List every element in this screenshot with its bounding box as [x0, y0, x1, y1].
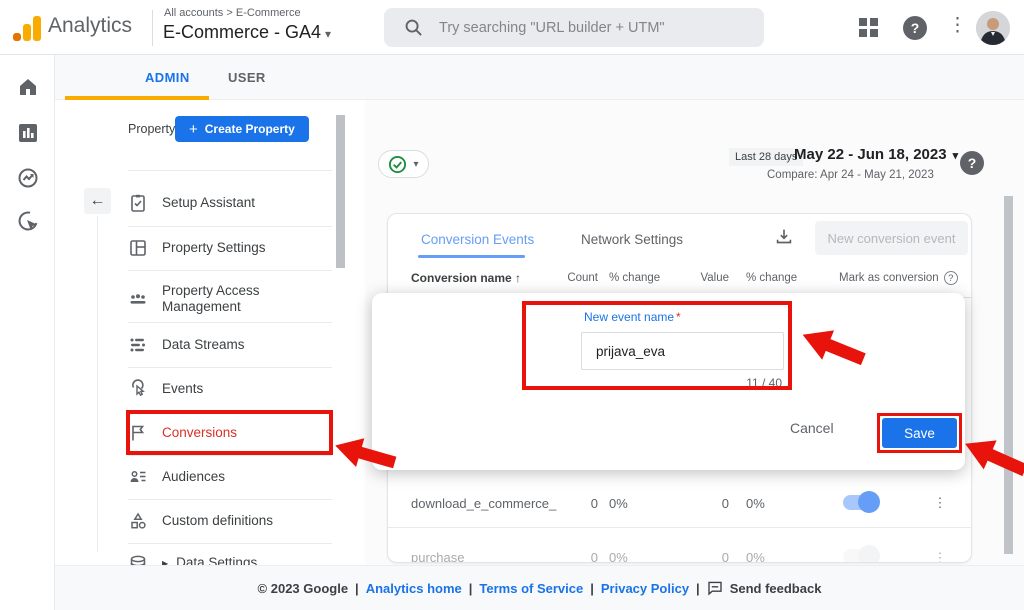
flag-icon	[128, 423, 148, 443]
clipboard-check-icon	[128, 193, 148, 213]
user-avatar[interactable]	[976, 11, 1010, 45]
footer-link-analytics-home[interactable]: Analytics home	[366, 581, 462, 596]
sort-asc-icon: ↑	[515, 271, 521, 285]
panel-icon	[128, 238, 148, 258]
breadcrumb-chevron-icon: >	[226, 7, 232, 19]
create-property-button[interactable]: + Create Property	[175, 116, 309, 142]
left-nav-rail: ⚙	[0, 55, 55, 610]
sidebar-item-data-streams[interactable]: Data Streams	[128, 323, 332, 367]
new-event-dialog: New event name* 11 / 40 Cancel Save	[372, 293, 965, 470]
people-icon	[128, 289, 148, 309]
row-menu-icon[interactable]: ⋮	[928, 479, 952, 527]
cancel-button[interactable]: Cancel	[790, 420, 834, 436]
mark-as-conversion-toggle[interactable]	[843, 549, 877, 563]
sidebar-item-conversions[interactable]: Conversions	[128, 411, 332, 455]
data-streams-icon	[128, 335, 148, 355]
footer-link-terms[interactable]: Terms of Service	[479, 581, 583, 596]
help-icon[interactable]: ?	[960, 151, 984, 175]
sidebar-item-property-access-management[interactable]: Property Access Management	[128, 273, 332, 325]
breadcrumb: All accounts > E-Commerce	[164, 7, 301, 19]
tab-user[interactable]: USER	[228, 70, 266, 85]
table-row: download_e_commerce_ 0 0% 0 0% ⋮	[388, 479, 972, 528]
sidebar-item-property-settings[interactable]: Property Settings	[128, 226, 332, 270]
divider	[128, 170, 332, 171]
search-icon	[404, 18, 423, 37]
check-circle-icon	[388, 155, 407, 174]
top-header: Analytics All accounts > E-Commerce E-Co…	[0, 0, 1024, 55]
date-compare-label: Compare: Apr 24 - May 21, 2023	[767, 169, 934, 181]
shapes-icon	[128, 511, 148, 531]
tab-conversion-events[interactable]: Conversion Events	[421, 232, 534, 247]
chevron-down-icon: ▾	[325, 27, 331, 41]
sidebar-item-audiences[interactable]: Audiences	[128, 455, 332, 499]
active-tab-underline	[418, 255, 525, 258]
search-bar[interactable]	[384, 8, 764, 47]
required-asterisk: *	[676, 310, 681, 324]
avatar-photo	[976, 11, 1010, 45]
copyright: © 2023 Google	[258, 581, 349, 596]
table-row: purchase 0 0% 0 0% ⋮	[388, 533, 972, 563]
event-name-input[interactable]	[581, 332, 784, 370]
save-button[interactable]: Save	[882, 418, 957, 448]
admin-tabstrip: ADMIN USER	[55, 55, 1024, 100]
explore-icon[interactable]	[16, 166, 40, 190]
home-icon[interactable]	[16, 75, 40, 99]
row-menu-icon[interactable]: ⋮	[928, 533, 952, 563]
sidebar-item-events[interactable]: Events	[128, 367, 332, 411]
feedback-bubble-icon	[707, 580, 723, 596]
divider	[97, 216, 98, 552]
reports-icon[interactable]	[16, 121, 40, 145]
advertising-icon[interactable]	[16, 209, 40, 233]
date-preset-badge: Last 28 days	[729, 148, 803, 166]
header-divider	[152, 10, 153, 46]
divider	[128, 270, 332, 271]
product-name: Analytics	[48, 14, 132, 38]
new-conversion-event-button[interactable]: New conversion event	[815, 221, 968, 255]
events-icon	[128, 379, 148, 399]
overflow-menu-icon[interactable]: ⋮	[948, 14, 967, 37]
tab-admin[interactable]: ADMIN	[145, 70, 190, 85]
mark-as-conversion-toggle[interactable]	[843, 495, 877, 510]
footer: © 2023 Google | Analytics home | Terms o…	[55, 565, 1024, 610]
property-column-label: Property	[128, 122, 175, 136]
chevron-down-icon: ▾	[413, 159, 418, 170]
apps-grid-icon[interactable]	[859, 18, 878, 37]
tab-network-settings[interactable]: Network Settings	[581, 232, 683, 247]
audiences-icon	[128, 467, 148, 487]
data-status-dropdown[interactable]: ▾	[378, 150, 429, 178]
send-feedback[interactable]: Send feedback	[707, 580, 822, 596]
search-input[interactable]	[439, 20, 739, 36]
help-icon[interactable]: ?	[903, 16, 927, 40]
chevron-down-icon: ▾	[953, 150, 959, 162]
main-scrollbar[interactable]	[1004, 196, 1013, 554]
sidebar-item-custom-definitions[interactable]: Custom definitions	[128, 499, 332, 543]
event-name-label: New event name*	[584, 310, 681, 324]
download-icon[interactable]	[773, 226, 795, 248]
analytics-logo-icon[interactable]	[12, 13, 42, 43]
property-scrollbar[interactable]	[336, 115, 345, 268]
sidebar-item-setup-assistant[interactable]: Setup Assistant	[128, 181, 332, 225]
property-selector[interactable]: E-Commerce - GA4▾	[163, 22, 331, 43]
analytics-admin-screen: Analytics All accounts > E-Commerce E-Co…	[0, 0, 1024, 610]
footer-link-privacy[interactable]: Privacy Policy	[601, 581, 689, 596]
back-button[interactable]: ←	[84, 188, 111, 214]
char-counter: 11 / 40	[682, 376, 782, 390]
help-icon[interactable]: ?	[944, 271, 958, 285]
plus-icon: +	[189, 121, 198, 138]
date-range-picker[interactable]: May 22 - Jun 18, 2023▾	[794, 146, 958, 163]
